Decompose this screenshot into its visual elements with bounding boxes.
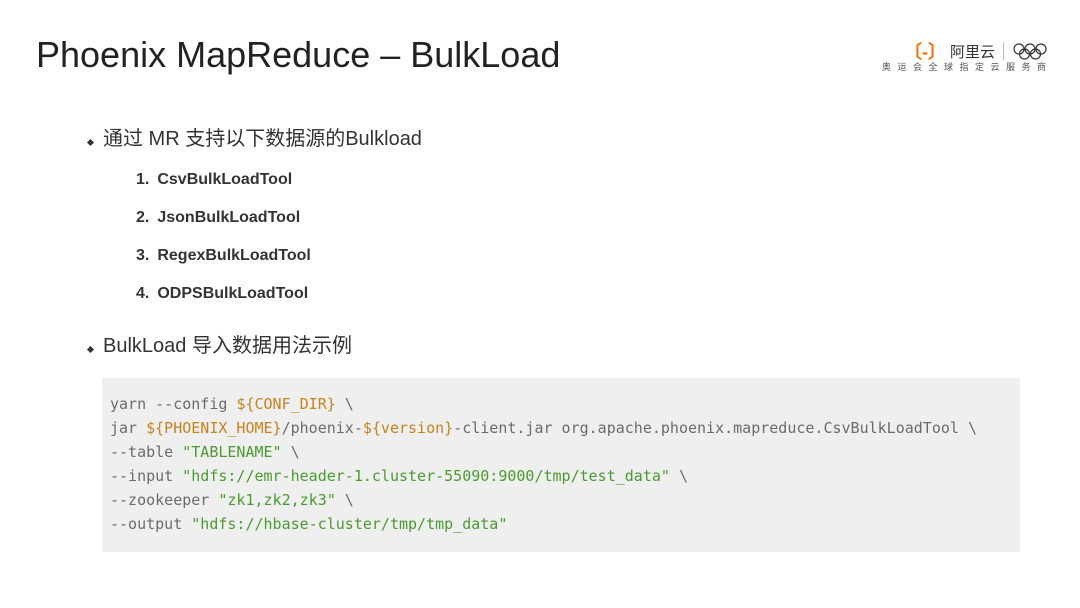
bullet-section-1: 通过 MR 支持以下数据源的Bulkload: [88, 122, 1020, 151]
code-text: --zookeeper: [110, 491, 218, 509]
bullet-icon: [87, 346, 94, 353]
code-text: /phoenix-: [282, 419, 363, 437]
code-example: yarn --config ${CONF_DIR} \ jar ${PHOENI…: [102, 378, 1020, 552]
code-text: jar: [110, 419, 146, 437]
content-area: 通过 MR 支持以下数据源的Bulkload 1. CsvBulkLoadToo…: [88, 122, 1020, 552]
tool-name: JsonBulkLoadTool: [157, 209, 300, 227]
tool-name: RegexBulkLoadTool: [157, 247, 311, 265]
tool-list: 1. CsvBulkLoadTool 2. JsonBulkLoadTool 3…: [136, 171, 1020, 303]
tool-name: CsvBulkLoadTool: [157, 171, 292, 189]
list-item: 3. RegexBulkLoadTool: [136, 247, 1020, 265]
brand-tagline: 奥 运 会 全 球 指 定 云 服 务 商: [882, 60, 1048, 73]
code-text: --input: [110, 467, 182, 485]
code-text: --output: [110, 515, 191, 533]
code-text: -client.jar org.apache.phoenix.mapreduce…: [453, 419, 977, 437]
code-text: --table: [110, 443, 182, 461]
code-string: "TABLENAME": [182, 443, 281, 461]
list-item: 2. JsonBulkLoadTool: [136, 209, 1020, 227]
code-variable: ${CONF_DIR}: [236, 395, 335, 413]
code-string: "hdfs://emr-header-1.cluster-55090:9000/…: [182, 467, 670, 485]
list-number: 3.: [136, 247, 149, 265]
code-variable: ${version}: [363, 419, 453, 437]
list-item: 4. ODPSBulkLoadTool: [136, 285, 1020, 303]
code-text: \: [336, 395, 354, 413]
code-text: \: [282, 443, 300, 461]
page-title: Phoenix MapReduce – BulkLoad: [36, 34, 560, 76]
code-string: "hdfs://hbase-cluster/tmp/tmp_data": [191, 515, 507, 533]
olympic-rings-icon: [1012, 42, 1048, 60]
aliyun-text: 阿里云: [950, 41, 995, 62]
list-number: 4.: [136, 285, 149, 303]
code-string: "zk1,zk2,zk3": [218, 491, 335, 509]
list-number: 2.: [136, 209, 149, 227]
bullet-icon: [87, 139, 94, 146]
section2-heading: BulkLoad 导入数据用法示例: [103, 329, 352, 358]
logo-divider: [1003, 42, 1004, 60]
section1-heading: 通过 MR 支持以下数据源的Bulkload: [103, 122, 422, 151]
code-text: yarn --config: [110, 395, 236, 413]
tool-name: ODPSBulkLoadTool: [157, 285, 308, 303]
code-variable: ${PHOENIX_HOME}: [146, 419, 281, 437]
bullet-section-2: BulkLoad 导入数据用法示例: [88, 329, 1020, 358]
code-text: \: [336, 491, 354, 509]
code-text: \: [670, 467, 688, 485]
list-number: 1.: [136, 171, 149, 189]
list-item: 1. CsvBulkLoadTool: [136, 171, 1020, 189]
